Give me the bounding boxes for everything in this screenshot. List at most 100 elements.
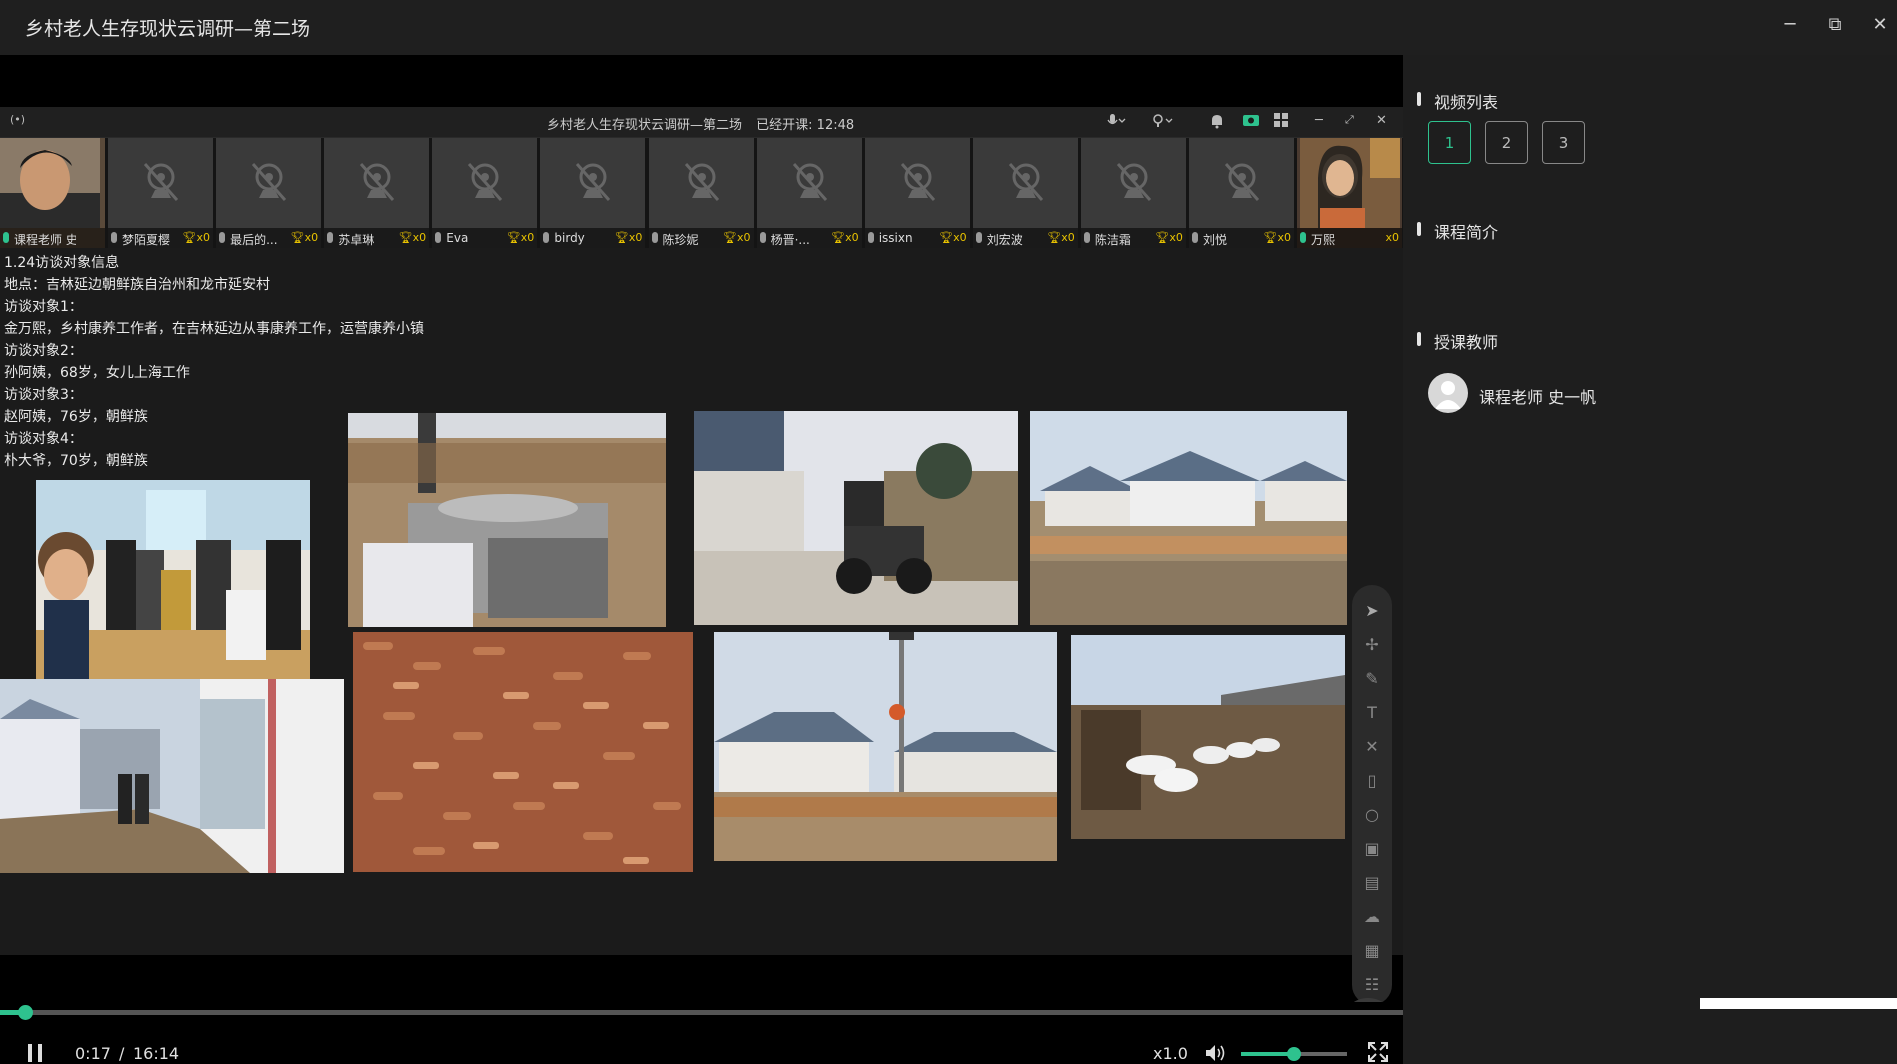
eraser-tool-icon: ✕: [1365, 737, 1379, 756]
video-button-1[interactable]: 1: [1428, 121, 1471, 164]
section-marker: [1417, 92, 1421, 106]
participant-tile: 课程老师 史...: [0, 138, 105, 248]
mic-status-icon: [1300, 232, 1306, 243]
trophy-icon: 🏆︎: [614, 231, 629, 244]
fullscreen-icon[interactable]: [1368, 1042, 1388, 1062]
close-button[interactable]: ✕: [1868, 14, 1892, 35]
mic-status-icon: [867, 232, 874, 243]
mic-status-icon: [651, 232, 658, 243]
slide-line: 地点：吉林延边朝鲜族自治州和龙市延安村: [4, 277, 270, 293]
participant-tile: 苏卓琳 🏆︎x0: [324, 138, 430, 248]
camera-off-icon: [1008, 163, 1043, 201]
mic-status-icon: [759, 232, 766, 243]
window-title: 乡村老人生存现状云调研—第二场: [25, 18, 311, 40]
meeting-title: 乡村老人生存现状云调研—第二场: [547, 118, 743, 133]
participant-name: issixn: [878, 231, 913, 245]
inner-expand-icon: ⤢: [1345, 113, 1354, 126]
participant-name: 陈洁霜: [1094, 233, 1131, 247]
speed-button[interactable]: x1.0: [1153, 1044, 1188, 1063]
title-bar: 乡村老人生存现状云调研—第二场 ─ ⧉ ✕: [0, 0, 1897, 55]
participant-name: 杨晋·...: [770, 233, 810, 247]
mic-status-icon: [1083, 232, 1090, 243]
participant-name: 刘宏波: [986, 233, 1023, 247]
camera-off-icon: [684, 163, 719, 201]
annotation-toolbar: ➤ ✢ ✎ T ✕ ▯ ○ ▣ ▤ ☁ ▦ ☷: [1352, 585, 1392, 1005]
participant-label: 刘宏波 🏆︎x0: [972, 228, 1078, 248]
trophy-count: 🏆︎x0: [1047, 231, 1075, 244]
trophy-count: 🏆︎x0: [831, 231, 859, 244]
trophy-icon: 🏆︎: [723, 231, 737, 244]
mic-status-icon: [3, 232, 9, 243]
camera-off-icon: [576, 163, 611, 201]
video-button-2[interactable]: 2: [1485, 121, 1528, 164]
shape-tool-icon: ○: [1365, 805, 1379, 824]
participant-name: 课程老师 史...: [14, 233, 76, 247]
camera-off-icon: [143, 163, 179, 201]
participant-name: 陈珍妮: [662, 233, 699, 247]
mic-icon: [1106, 113, 1126, 133]
volume-icon[interactable]: [1205, 1044, 1227, 1062]
members-tool-icon: ☷: [1364, 975, 1380, 994]
delete-tool-icon: ▯: [1367, 771, 1377, 790]
progress-handle[interactable]: [17, 1005, 33, 1020]
volume-slider[interactable]: [1241, 1047, 1347, 1061]
mic-status-icon: [219, 232, 226, 243]
trophy-icon: 🏆︎: [398, 231, 413, 244]
pause-button[interactable]: [28, 1044, 44, 1062]
broadcast-icon: (•): [10, 113, 26, 126]
trophy-icon: 🏆︎: [1047, 231, 1062, 244]
participant-name: 万熙: [1311, 233, 1336, 247]
camera-off-icon: [360, 163, 395, 201]
video-button-3[interactable]: 3: [1542, 121, 1585, 164]
video-player[interactable]: (•) 乡村老人生存现状云调研—第二场 已经开课: 12:48 ─ ⤢ ✕ 课程…: [0, 55, 1403, 1064]
meeting-title-area: 乡村老人生存现状云调研—第二场 已经开课: 12:48: [547, 114, 854, 133]
restore-button[interactable]: ⧉: [1823, 14, 1847, 35]
screenshot-icon: [1243, 113, 1259, 131]
slide-line: 访谈对象3：: [4, 387, 83, 403]
trophy-count: 🏆︎x0: [290, 231, 319, 244]
participant-video-feed: [1300, 138, 1400, 228]
participant-tile: 刘宏波 🏆︎x0: [972, 138, 1078, 248]
pen-tool-icon: ✎: [1365, 669, 1379, 688]
trophy-count: 🏆︎x0: [939, 231, 967, 244]
camera-off-icon: [900, 163, 935, 201]
mic-status-icon: [1192, 232, 1198, 243]
trophy-icon: 🏆︎: [1155, 231, 1170, 244]
photo-village-houses: [1030, 411, 1347, 625]
photo-tractor: [694, 411, 1018, 625]
participant-name: 最后的...: [230, 233, 278, 247]
grid-layout-icon: [1274, 113, 1288, 131]
avatar: [1428, 373, 1468, 413]
slide-heading: 1.24访谈对象信息: [4, 255, 120, 271]
progress-bar[interactable]: [0, 1005, 1403, 1020]
photo-stove: [348, 413, 666, 627]
participant-tile: 陈洁霜 🏆︎x0: [1080, 138, 1186, 248]
participant-tile: 万熙 x0: [1297, 138, 1402, 248]
slide-line: 孙阿姨，68岁，女儿上海工作: [4, 365, 190, 381]
participant-tile: 刘悦 🏆︎x0: [1189, 138, 1294, 248]
trophy-icon: 🏆︎: [506, 231, 521, 244]
participant-label: Eva 🏆︎x0: [432, 228, 538, 248]
course-sidebar: 视频列表 1 2 3 课程简介 授课教师 课程老师 史一帆: [1403, 55, 1897, 1009]
slide-line: 朴大爷，70岁，朝鲜族: [4, 453, 148, 469]
toolbox-icon: ▦: [1364, 941, 1380, 960]
trophy-count: 🏆︎x0: [1263, 231, 1291, 244]
teacher-video-feed: [0, 138, 100, 228]
trophy-icon: 🏆︎: [831, 231, 846, 244]
meeting-recording: (•) 乡村老人生存现状云调研—第二场 已经开课: 12:48 ─ ⤢ ✕ 课程…: [0, 107, 1403, 1052]
photo-village-street: [714, 632, 1057, 861]
section-marker: [1417, 332, 1421, 346]
volume-handle[interactable]: [1287, 1047, 1301, 1061]
pointer-tool-icon: ➤: [1365, 601, 1379, 620]
participant-tile: 陈珍妮 🏆︎x0: [648, 138, 754, 248]
meeting-top-bar: (•) 乡村老人生存现状云调研—第二场 已经开课: 12:48 ─ ⤢ ✕: [0, 107, 1403, 138]
slide-line: 金万熙，乡村康养工作者，在吉林延边从事康养工作，运营康养小镇: [4, 321, 424, 337]
participant-label: issixn 🏆︎x0: [864, 228, 970, 248]
playback-controls: 0:17 / 16:14 x1.0: [0, 1002, 1403, 1064]
trophy-count: 🏆︎x0: [506, 231, 535, 244]
current-time: 0:17: [75, 1044, 111, 1063]
participant-tile: Eva 🏆︎x0: [432, 138, 538, 248]
minimize-button[interactable]: ─: [1778, 14, 1802, 35]
group-photo-family: [36, 480, 310, 680]
mic-status-icon: [111, 232, 117, 243]
